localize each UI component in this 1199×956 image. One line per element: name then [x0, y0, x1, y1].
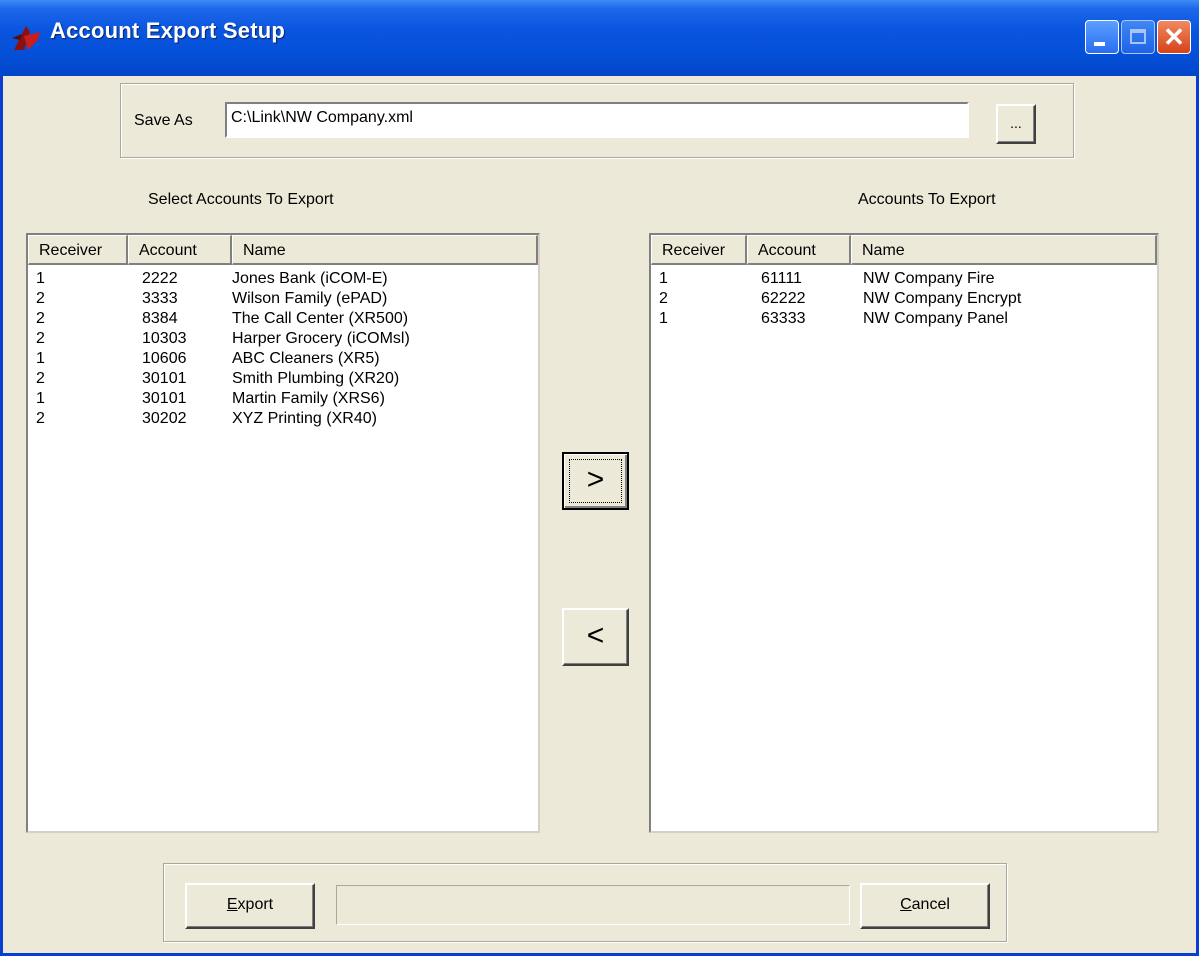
- browse-button[interactable]: ...: [996, 104, 1036, 144]
- close-icon: ✕: [1163, 22, 1185, 52]
- maximize-button[interactable]: [1121, 20, 1155, 54]
- list-item[interactable]: 2 3333 Wilson Family (ePAD): [28, 289, 538, 309]
- cancel-label-rest: ancel: [911, 896, 950, 913]
- cell-receiver: 1: [36, 350, 45, 367]
- remove-from-export-button[interactable]: <: [562, 608, 629, 666]
- cell-name: Jones Bank (iCOM-E): [232, 270, 388, 287]
- cell-name: Smith Plumbing (XR20): [232, 370, 400, 387]
- cell-name: NW Company Panel: [863, 310, 1008, 327]
- cell-receiver: 1: [659, 310, 668, 327]
- cell-receiver: 2: [36, 330, 45, 347]
- cell-name: ABC Cleaners (XR5): [232, 350, 380, 367]
- cell-account: 2222: [142, 270, 178, 287]
- available-accounts-rows: 1 2222 Jones Bank (iCOM-E) 2 3333 Wilson Fami…: [28, 269, 538, 429]
- export-label-rest: xport: [237, 896, 274, 913]
- list-item[interactable]: 1 63333 NW Company Panel: [651, 309, 1157, 329]
- cancel-mnemonic: C: [900, 896, 912, 913]
- column-header-name[interactable]: Name: [851, 235, 1157, 265]
- list-item[interactable]: 2 30202 XYZ Printing (XR40): [28, 409, 538, 429]
- column-header-account[interactable]: Account: [747, 235, 851, 265]
- title-bar[interactable]: Account Export Setup ✕: [0, 0, 1199, 76]
- column-header-receiver[interactable]: Receiver: [651, 235, 747, 265]
- list-item[interactable]: 2 30101 Smith Plumbing (XR20): [28, 369, 538, 389]
- export-button[interactable]: Export: [185, 883, 315, 929]
- list-item[interactable]: 1 61111 NW Company Fire: [651, 269, 1157, 289]
- cell-receiver: 1: [36, 270, 45, 287]
- status-progress-field: [336, 885, 850, 925]
- cell-name: NW Company Fire: [863, 270, 995, 287]
- minimize-button[interactable]: [1085, 20, 1119, 54]
- save-as-label: Save As: [134, 112, 193, 129]
- column-header-name[interactable]: Name: [232, 235, 538, 265]
- cell-name: Wilson Family (ePAD): [232, 290, 388, 307]
- save-as-path-input[interactable]: C:\Link\NW Company.xml: [225, 102, 969, 138]
- add-arrow-label: >: [586, 463, 605, 496]
- column-header-receiver[interactable]: Receiver: [28, 235, 128, 265]
- cell-account: 8384: [142, 310, 178, 327]
- cell-account: 63333: [761, 310, 806, 327]
- cell-name: Martin Family (XRS6): [232, 390, 385, 407]
- export-mnemonic: E: [226, 896, 238, 913]
- cell-name: Harper Grocery (iCOMsl): [232, 330, 410, 347]
- cancel-button[interactable]: Cancel: [860, 883, 990, 929]
- available-accounts-caption: Select Accounts To Export: [148, 191, 334, 208]
- cell-receiver: 2: [36, 410, 45, 427]
- list-item[interactable]: 2 62222 NW Company Encrypt: [651, 289, 1157, 309]
- cell-account: 10606: [142, 350, 187, 367]
- export-accounts-rows: 1 61111 NW Company Fire 2 62222 NW Company En…: [651, 269, 1157, 329]
- cell-name: XYZ Printing (XR40): [232, 410, 377, 427]
- cell-receiver: 2: [36, 290, 45, 307]
- export-accounts-caption: Accounts To Export: [858, 191, 996, 208]
- cell-account: 10303: [142, 330, 187, 347]
- column-header-account[interactable]: Account: [128, 235, 232, 265]
- cell-account: 30101: [142, 390, 187, 407]
- cell-name: NW Company Encrypt: [863, 290, 1022, 307]
- add-to-export-button[interactable]: >: [562, 452, 629, 510]
- cell-account: 30202: [142, 410, 187, 427]
- cell-receiver: 1: [36, 390, 45, 407]
- app-icon: [12, 26, 40, 50]
- list-item[interactable]: 1 10606 ABC Cleaners (XR5): [28, 349, 538, 369]
- export-accounts-header: Receiver Account Name: [651, 235, 1157, 265]
- cell-account: 62222: [761, 290, 806, 307]
- list-item[interactable]: 2 10303 Harper Grocery (iCOMsl): [28, 329, 538, 349]
- list-item[interactable]: 2 8384 The Call Center (XR500): [28, 309, 538, 329]
- cell-receiver: 1: [659, 270, 668, 287]
- list-item[interactable]: 1 2222 Jones Bank (iCOM-E): [28, 269, 538, 289]
- available-accounts-header: Receiver Account Name: [28, 235, 538, 265]
- cell-account: 3333: [142, 290, 178, 307]
- cell-account: 61111: [761, 270, 802, 287]
- cell-receiver: 2: [659, 290, 668, 307]
- export-accounts-list[interactable]: Receiver Account Name 1 61111 NW Company F…: [649, 233, 1159, 833]
- close-button[interactable]: ✕: [1157, 20, 1191, 54]
- available-accounts-list[interactable]: Receiver Account Name 1 2222 Jones Bank (i…: [26, 233, 540, 833]
- cell-name: The Call Center (XR500): [232, 310, 409, 327]
- cell-receiver: 2: [36, 310, 45, 327]
- cell-receiver: 2: [36, 370, 45, 387]
- cell-account: 30101: [142, 370, 187, 387]
- account-export-setup-window: Account Export Setup ✕ Save As C:\Link\N…: [0, 0, 1199, 956]
- remove-arrow-label: <: [586, 619, 605, 652]
- window-title: Account Export Setup: [50, 18, 286, 43]
- list-item[interactable]: 1 30101 Martin Family (XRS6): [28, 389, 538, 409]
